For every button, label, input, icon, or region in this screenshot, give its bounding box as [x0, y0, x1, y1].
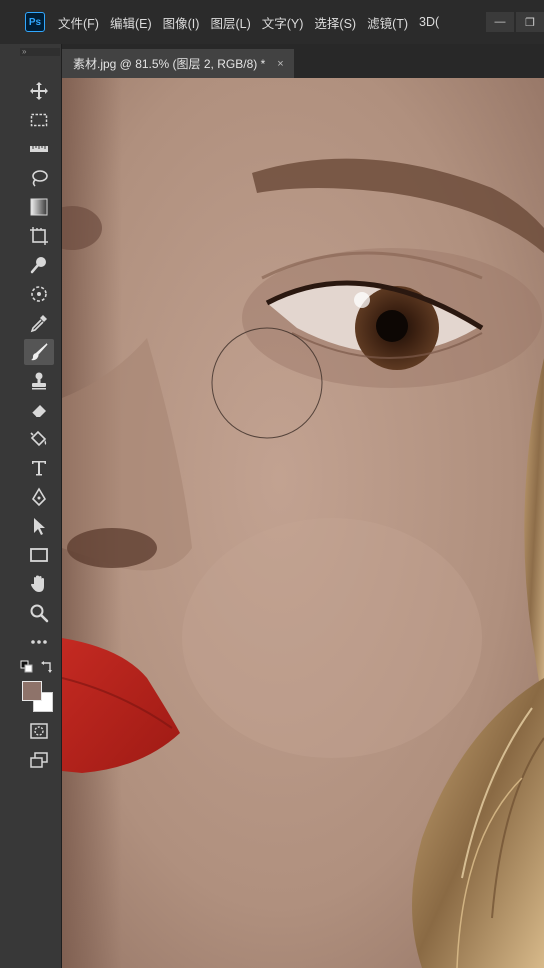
pen-tool[interactable]	[24, 484, 54, 510]
paint-bucket-icon	[30, 430, 47, 447]
magic-wand-tool[interactable]	[24, 252, 54, 278]
default-colors-icon[interactable]	[20, 660, 34, 674]
pen-icon	[31, 487, 47, 507]
screen-mode-button[interactable]	[24, 747, 54, 773]
close-tab-icon[interactable]: ×	[277, 58, 283, 70]
brush-tool[interactable]	[24, 339, 54, 365]
path-selection-tool[interactable]	[24, 513, 54, 539]
document-tab-title: 素材.jpg @ 81.5% (图层 2, RGB/8) *	[73, 57, 266, 71]
healing-brush-icon	[31, 286, 47, 302]
portrait-photo	[62, 78, 544, 968]
menu-filter[interactable]: 滤镜(T)	[367, 13, 408, 32]
menu-3d[interactable]: 3D(	[419, 15, 439, 29]
quick-mask-icon	[30, 723, 48, 739]
minimize-button[interactable]: —	[486, 12, 514, 32]
screen-mode-icon	[30, 752, 48, 768]
foreground-color-swatch[interactable]	[22, 681, 42, 701]
rectangle-icon	[30, 548, 48, 562]
stamp-icon	[32, 372, 46, 390]
marquee-tool[interactable]	[24, 107, 54, 133]
eyedropper-icon	[30, 315, 47, 333]
marquee-icon	[30, 113, 48, 127]
brush-icon	[31, 343, 48, 361]
type-tool[interactable]	[24, 455, 54, 481]
move-tool[interactable]	[24, 78, 54, 104]
lasso-tool[interactable]	[24, 165, 54, 191]
lasso-icon	[32, 170, 48, 187]
more-tools[interactable]	[24, 629, 54, 655]
menu-layer[interactable]: 图层(L)	[210, 13, 250, 32]
menu-file[interactable]: 文件(F)	[58, 13, 99, 32]
rectangle-tool[interactable]	[24, 542, 54, 568]
move-icon	[30, 82, 48, 100]
document-tab[interactable]: 素材.jpg @ 81.5% (图层 2, RGB/8) * ×	[62, 49, 294, 78]
crop-icon	[30, 227, 48, 245]
ruler-icon	[30, 146, 48, 152]
window-controls: — ❐	[484, 12, 544, 34]
crop-tool[interactable]	[24, 223, 54, 249]
menu-type[interactable]: 文字(Y)	[262, 13, 304, 32]
hand-icon	[31, 575, 44, 592]
clone-stamp-tool[interactable]	[24, 368, 54, 394]
eraser-tool[interactable]	[24, 397, 54, 423]
eraser-icon	[31, 405, 46, 418]
gradient-icon	[30, 198, 48, 216]
type-icon	[32, 461, 46, 476]
paint-bucket-tool[interactable]	[24, 426, 54, 452]
toolbar-collapse-handle[interactable]: »	[20, 48, 60, 56]
document-tab-bar: 素材.jpg @ 81.5% (图层 2, RGB/8) * ×	[62, 44, 544, 78]
tools-panel: »	[0, 44, 62, 968]
menu-image[interactable]: 图像(I)	[163, 13, 200, 32]
arrow-icon	[34, 518, 45, 535]
quick-mask-button[interactable]	[24, 718, 54, 744]
zoom-tool[interactable]	[24, 600, 54, 626]
hand-tool[interactable]	[24, 571, 54, 597]
photoshop-logo-icon[interactable]: Ps	[25, 12, 45, 32]
document-canvas[interactable]	[62, 78, 544, 968]
menu-bar: Ps 文件(F) 编辑(E) 图像(I) 图层(L) 文字(Y) 选择(S) 滤…	[0, 0, 544, 44]
gradient-tool[interactable]	[24, 194, 54, 220]
eyedropper-tool[interactable]	[24, 310, 54, 336]
magic-wand-icon	[30, 257, 46, 274]
zoom-icon	[30, 604, 49, 623]
swap-colors-icon[interactable]	[40, 660, 54, 674]
ellipsis-icon	[31, 640, 47, 644]
menu-select[interactable]: 选择(S)	[314, 13, 356, 32]
restore-button[interactable]: ❐	[516, 12, 544, 32]
menu-edit[interactable]: 编辑(E)	[110, 13, 152, 32]
healing-brush-tool[interactable]	[24, 281, 54, 307]
ruler-tool[interactable]	[24, 136, 54, 162]
